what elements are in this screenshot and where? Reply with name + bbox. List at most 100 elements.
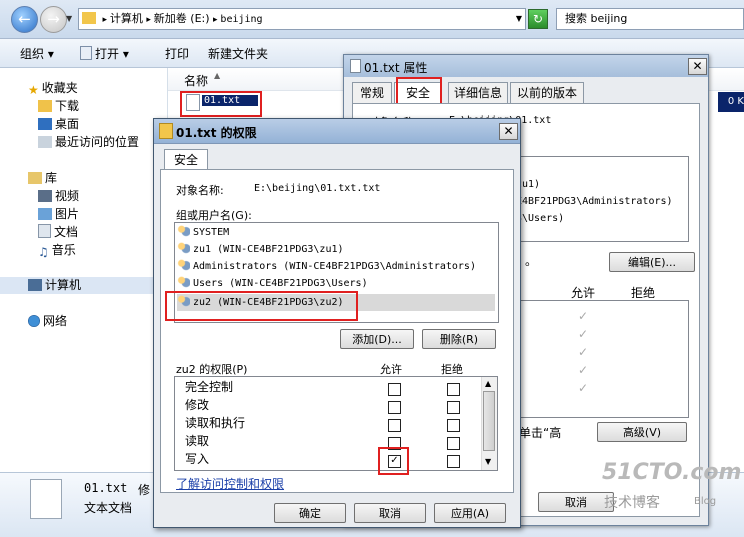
nav-desktop-label: 桌面	[55, 117, 80, 131]
permission-table: 完全控制 修改 读取和执行 读取 写入 ✓ ▲ ▼	[174, 376, 498, 475]
allow-modify-checkbox[interactable]	[388, 401, 401, 414]
deny-read-execute-checkbox[interactable]	[447, 419, 460, 432]
nav-recent[interactable]: 最近访问的位置	[38, 134, 139, 151]
nav-recent-label: 最近访问的位置	[55, 135, 140, 149]
permission-name: 写入	[185, 452, 210, 466]
nav-pictures[interactable]: 图片	[38, 206, 79, 223]
nav-network[interactable]: 网络	[28, 313, 67, 330]
tab-previous-versions[interactable]: 以前的版本	[510, 82, 584, 103]
details-extra: 修	[138, 483, 151, 497]
navigation-pane: ★ 收藏夹 下载 桌面 最近访问的位置 库 视频 图片 文档 ♫ 音乐 计算机 网络	[0, 68, 168, 471]
desktop-icon	[38, 118, 52, 130]
nav-libraries-label: 库	[45, 171, 58, 185]
permission-list: ✓ ✓ ✓ ✓ ✓	[519, 300, 689, 418]
scroll-up-icon[interactable]: ▲	[485, 379, 491, 388]
list-item-users[interactable]: Users (WIN-CE4BF21PDG3\Users)	[177, 275, 495, 292]
print-button[interactable]: 打印	[165, 45, 189, 62]
open-label: 打开	[95, 47, 120, 61]
breadcrumb-separator: ▸	[146, 15, 154, 25]
permission-name: 读取	[185, 434, 210, 448]
permission-name: 修改	[185, 398, 210, 412]
nav-desktop[interactable]: 桌面	[38, 116, 79, 133]
breadcrumb-folder[interactable]: beijing	[220, 14, 262, 25]
library-icon	[28, 172, 42, 184]
column-name-label: 名称	[184, 74, 209, 88]
advanced-button[interactable]: 高级(V)	[597, 422, 687, 442]
nav-music[interactable]: ♫ 音乐	[38, 242, 76, 259]
cancel-button[interactable]: 取消	[354, 503, 426, 523]
user-group-icon	[177, 259, 190, 271]
allow-read-execute-checkbox[interactable]	[388, 419, 401, 432]
scroll-thumb[interactable]	[483, 391, 495, 451]
deny-modify-checkbox[interactable]	[447, 401, 460, 414]
deny-full-control-checkbox[interactable]	[447, 383, 460, 396]
nav-videos-label: 视频	[55, 189, 80, 203]
remove-button[interactable]: 删除(R)	[422, 329, 496, 349]
tab-details[interactable]: 详细信息	[448, 82, 508, 103]
folder-icon	[159, 123, 173, 139]
nav-downloads-label: 下载	[55, 99, 80, 113]
scrollbar[interactable]: ▲ ▼	[481, 377, 497, 470]
watermark-sub: 技术博客	[604, 495, 660, 511]
computer-icon	[28, 279, 42, 291]
group-fragment: 3\Users)	[516, 213, 565, 224]
back-button[interactable]: ←	[11, 6, 38, 33]
advanced-hint: 单击“高	[519, 426, 562, 440]
add-button[interactable]: 添加(D)...	[340, 329, 414, 349]
nav-favorites[interactable]: ★ 收藏夹	[28, 80, 78, 97]
details-file-type: 文本文档	[84, 501, 133, 515]
open-button[interactable]: 打开 ▾	[80, 45, 129, 62]
user-name: Users (WIN-CE4BF21PDG3\Users)	[193, 278, 368, 289]
user-group-icon	[177, 225, 190, 237]
permission-name: 读取和执行	[185, 416, 246, 430]
address-bar-area: ← → ▼ ▸ 计算机 ▸ 新加卷 (E:) ▸ beijing ▼ ↻ 搜索 …	[0, 0, 744, 39]
watermark-blog: Blog	[694, 496, 717, 507]
search-input[interactable]: 搜索 beijing	[556, 8, 744, 30]
nav-music-label: 音乐	[51, 243, 76, 257]
permission-row-full-control: 完全控制	[185, 379, 465, 396]
document-icon	[80, 46, 92, 60]
highlight-box	[165, 291, 358, 321]
nav-videos[interactable]: 视频	[38, 188, 79, 205]
nav-documents-label: 文档	[54, 225, 79, 239]
breadcrumb-separator: ▸	[102, 15, 110, 25]
breadcrumb-computer[interactable]: 计算机	[110, 12, 143, 25]
allow-full-control-checkbox[interactable]	[388, 383, 401, 396]
user-name: SYSTEM	[193, 227, 230, 238]
history-dropdown-icon[interactable]: ▼	[66, 14, 72, 23]
object-name-value: E:\beijing\01.txt.txt	[254, 183, 381, 194]
edit-button[interactable]: 编辑(E)...	[609, 252, 695, 272]
learn-access-control-link[interactable]: 了解访问控制和权限	[176, 475, 284, 492]
deny-read-checkbox[interactable]	[447, 437, 460, 450]
address-dropdown-icon[interactable]: ▼	[516, 9, 522, 29]
tab-security[interactable]: 安全	[164, 149, 208, 170]
address-field[interactable]: ▸ 计算机 ▸ 新加卷 (E:) ▸ beijing ▼	[78, 8, 526, 30]
refresh-icon[interactable]: ↻	[528, 9, 548, 29]
deny-write-checkbox[interactable]	[447, 455, 460, 468]
list-item-system[interactable]: SYSTEM	[177, 224, 495, 241]
watermark: 51CTO.com 技术博客 Blog	[596, 460, 741, 520]
forward-button[interactable]: →	[40, 6, 67, 33]
ok-button[interactable]: 确定	[274, 503, 346, 523]
object-name-label: 对象名称:	[176, 184, 224, 197]
organize-button[interactable]: 组织 ▾	[20, 45, 54, 62]
list-item-zu1[interactable]: zu1 (WIN-CE4BF21PDG3\zu1)	[177, 241, 495, 258]
close-icon[interactable]: ✕	[688, 58, 707, 75]
list-item-administrators[interactable]: Administrators (WIN-CE4BF21PDG3\Administ…	[177, 258, 495, 275]
breadcrumb-volume[interactable]: 新加卷 (E:)	[154, 12, 210, 25]
deny-header: 拒绝	[441, 363, 463, 376]
new-folder-button[interactable]: 新建文件夹	[208, 45, 268, 62]
nav-documents[interactable]: 文档	[38, 224, 78, 241]
tab-general[interactable]: 常规	[352, 82, 392, 103]
close-icon[interactable]: ✕	[499, 123, 518, 140]
nav-downloads[interactable]: 下载	[38, 98, 79, 115]
music-icon: ♫	[38, 245, 49, 259]
nav-libraries[interactable]: 库	[28, 170, 57, 187]
checkmark-icon: ✓	[578, 309, 589, 323]
scroll-down-icon[interactable]: ▼	[485, 457, 491, 466]
nav-computer[interactable]: 计算机	[0, 277, 166, 294]
highlight-box	[180, 91, 262, 117]
nav-favorites-label: 收藏夹	[41, 81, 78, 95]
permissions-title-bar: 01.txt 的权限 ✕	[154, 119, 520, 144]
apply-button[interactable]: 应用(A)	[434, 503, 506, 523]
